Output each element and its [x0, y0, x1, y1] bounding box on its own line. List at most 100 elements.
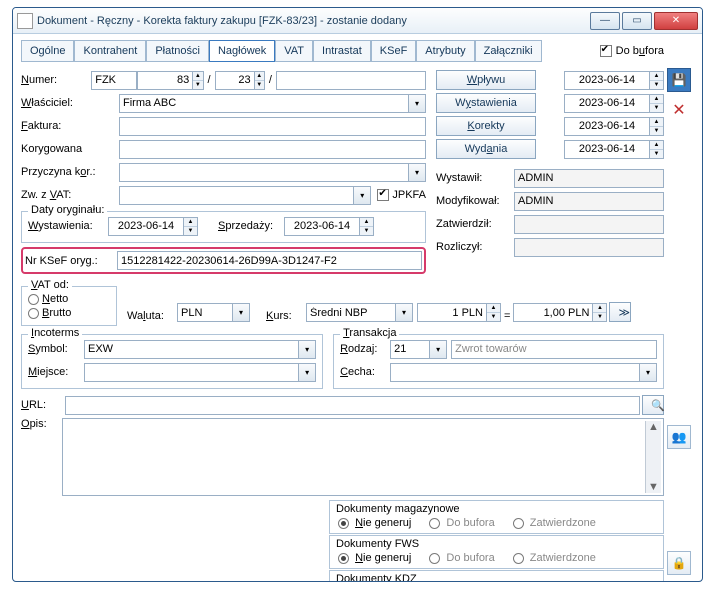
wydania-spin[interactable]: ▲▼ [650, 140, 664, 159]
dok-fws-group: Dokumenty FWS Nie generuj Do bufora Zatw… [329, 535, 664, 569]
numer-2-spin[interactable]: ▲▼ [255, 71, 265, 90]
wydania-button[interactable]: Wydania [436, 139, 536, 159]
wplywu-date[interactable] [564, 71, 650, 90]
save-icon-button[interactable]: 💾 [667, 68, 691, 92]
miejsce-input[interactable] [84, 363, 299, 382]
wlasciciel-dd[interactable]: ▾ [409, 94, 426, 113]
tab-kontrahent[interactable]: Kontrahent [74, 40, 146, 62]
tab-naglowek[interactable]: Nagłówek [209, 40, 275, 62]
rozl-input [514, 238, 664, 257]
users-icon-button[interactable]: 👥 [667, 425, 691, 449]
tab-zalaczniki[interactable]: Załączniki [475, 40, 542, 62]
daty-legend: Daty oryginału: [28, 204, 107, 216]
kurs-rate2[interactable] [513, 303, 593, 322]
wystawienia-spin[interactable]: ▲▼ [650, 94, 664, 113]
numer-prefix[interactable] [91, 71, 137, 90]
lock-icon-button[interactable]: 🔒 [667, 551, 691, 575]
symbol-dd[interactable]: ▾ [299, 340, 316, 359]
rodzaj-input[interactable] [390, 340, 430, 359]
rate1-spin[interactable]: ▲▼ [487, 303, 501, 322]
przyczyna-dd[interactable]: ▾ [409, 163, 426, 182]
brutto-label: Brutto [42, 307, 71, 319]
netto-radio[interactable] [28, 294, 39, 305]
close-button[interactable]: ✕ [654, 12, 698, 30]
korekty-date[interactable] [564, 117, 650, 136]
modyf-input [514, 192, 664, 211]
zatw-label: Zatwierdził: [436, 218, 514, 230]
opis-textarea[interactable]: ▲▼ [62, 418, 664, 496]
tab-atrybuty[interactable]: Atrybuty [416, 40, 474, 62]
wlasciciel-input[interactable] [119, 94, 409, 113]
tab-ksef[interactable]: KSeF [371, 40, 417, 62]
rodzaj-dd[interactable]: ▾ [430, 340, 447, 359]
incoterms-legend: Incoterms [28, 327, 82, 339]
sprz-date[interactable] [284, 217, 360, 236]
cecha-label: Cecha: [340, 366, 390, 378]
tab-vat[interactable]: VAT [275, 40, 313, 62]
url-browse-button[interactable]: 🔍 [642, 395, 664, 415]
przyczyna-input[interactable] [119, 163, 409, 182]
kurs-rate1[interactable] [417, 303, 487, 322]
symbol-input[interactable] [84, 340, 299, 359]
zwzvat-label: Zw. z VAT: [21, 189, 119, 201]
transakcja-legend: Transakcja [340, 327, 399, 339]
cecha-dd[interactable]: ▾ [640, 363, 657, 382]
pin-icon-button[interactable]: 📌 [667, 581, 691, 582]
sprz-label: Sprzedaży: [218, 220, 284, 232]
tab-intrastat[interactable]: Intrastat [313, 40, 371, 62]
faktura-input[interactable] [119, 117, 426, 136]
wplywu-button[interactable]: WWpływupływu [436, 70, 536, 90]
wystawienia-button[interactable]: Wystawienia [436, 93, 536, 113]
fws-o2-radio [429, 553, 440, 564]
wyst-spin[interactable]: ▲▼ [184, 217, 198, 236]
buffer-checkbox[interactable] [600, 45, 612, 57]
ksef-label: Nr KSeF oryg.: [25, 255, 117, 267]
url-label: URL: [21, 399, 65, 411]
wydania-date[interactable] [564, 140, 650, 159]
transakcja-group: Transakcja Rodzaj:▾ Cecha:▾ [333, 334, 664, 389]
zwzvat-input[interactable] [119, 186, 354, 205]
mag-o2-radio [429, 518, 440, 529]
wyst-date[interactable] [108, 217, 184, 236]
opis-scrollbar[interactable]: ▲▼ [645, 421, 661, 493]
wplywu-spin[interactable]: ▲▼ [650, 71, 664, 90]
numer-3[interactable] [276, 71, 426, 90]
kurs-type-dd[interactable]: ▾ [396, 303, 413, 322]
app-icon [17, 13, 33, 29]
wlasciciel-label: Właściciel: [21, 97, 119, 109]
tab-platnosci[interactable]: Płatności [146, 40, 209, 62]
sprz-spin[interactable]: ▲▼ [360, 217, 374, 236]
maximize-button[interactable]: ▭ [622, 12, 652, 30]
kurs-type-input[interactable] [306, 303, 396, 322]
tab-ogolne[interactable]: Ogólne [21, 40, 74, 62]
waluta-dd[interactable]: ▾ [233, 303, 250, 322]
korekty-button[interactable]: Korekty [436, 116, 536, 136]
equals-label: = [501, 310, 513, 322]
url-input[interactable] [65, 396, 640, 415]
korekty-spin[interactable]: ▲▼ [650, 117, 664, 136]
rate-go-button[interactable]: ≫ [609, 302, 631, 322]
mag-o1-radio[interactable] [338, 518, 349, 529]
fws-o1-radio[interactable] [338, 553, 349, 564]
titlebar: Dokument - Ręczny - Korekta faktury zaku… [13, 8, 702, 34]
waluta-label: Waluta: [127, 310, 177, 322]
numer-1-spin[interactable]: ▲▼ [193, 71, 203, 90]
zwzvat-dd[interactable]: ▾ [354, 186, 371, 205]
numer-sep1: / [204, 74, 215, 86]
wystawienia-date[interactable] [564, 94, 650, 113]
cancel-icon-button[interactable]: ✕ [667, 98, 691, 122]
wyst-label: Wystawienia: [28, 220, 108, 232]
cecha-input[interactable] [390, 363, 640, 382]
minimize-button[interactable]: — [590, 12, 620, 30]
ksef-input[interactable] [117, 251, 422, 270]
korygowana-input[interactable] [119, 140, 426, 159]
rate2-spin[interactable]: ▲▼ [593, 303, 607, 322]
kurs-label: Kurs: [266, 310, 306, 322]
jpkfa-checkbox[interactable] [377, 189, 389, 201]
brutto-radio[interactable] [28, 308, 39, 319]
waluta-input[interactable] [177, 303, 233, 322]
numer-2[interactable] [215, 71, 255, 90]
numer-label: Numer: [21, 74, 91, 86]
miejsce-dd[interactable]: ▾ [299, 363, 316, 382]
numer-1[interactable] [137, 71, 193, 90]
